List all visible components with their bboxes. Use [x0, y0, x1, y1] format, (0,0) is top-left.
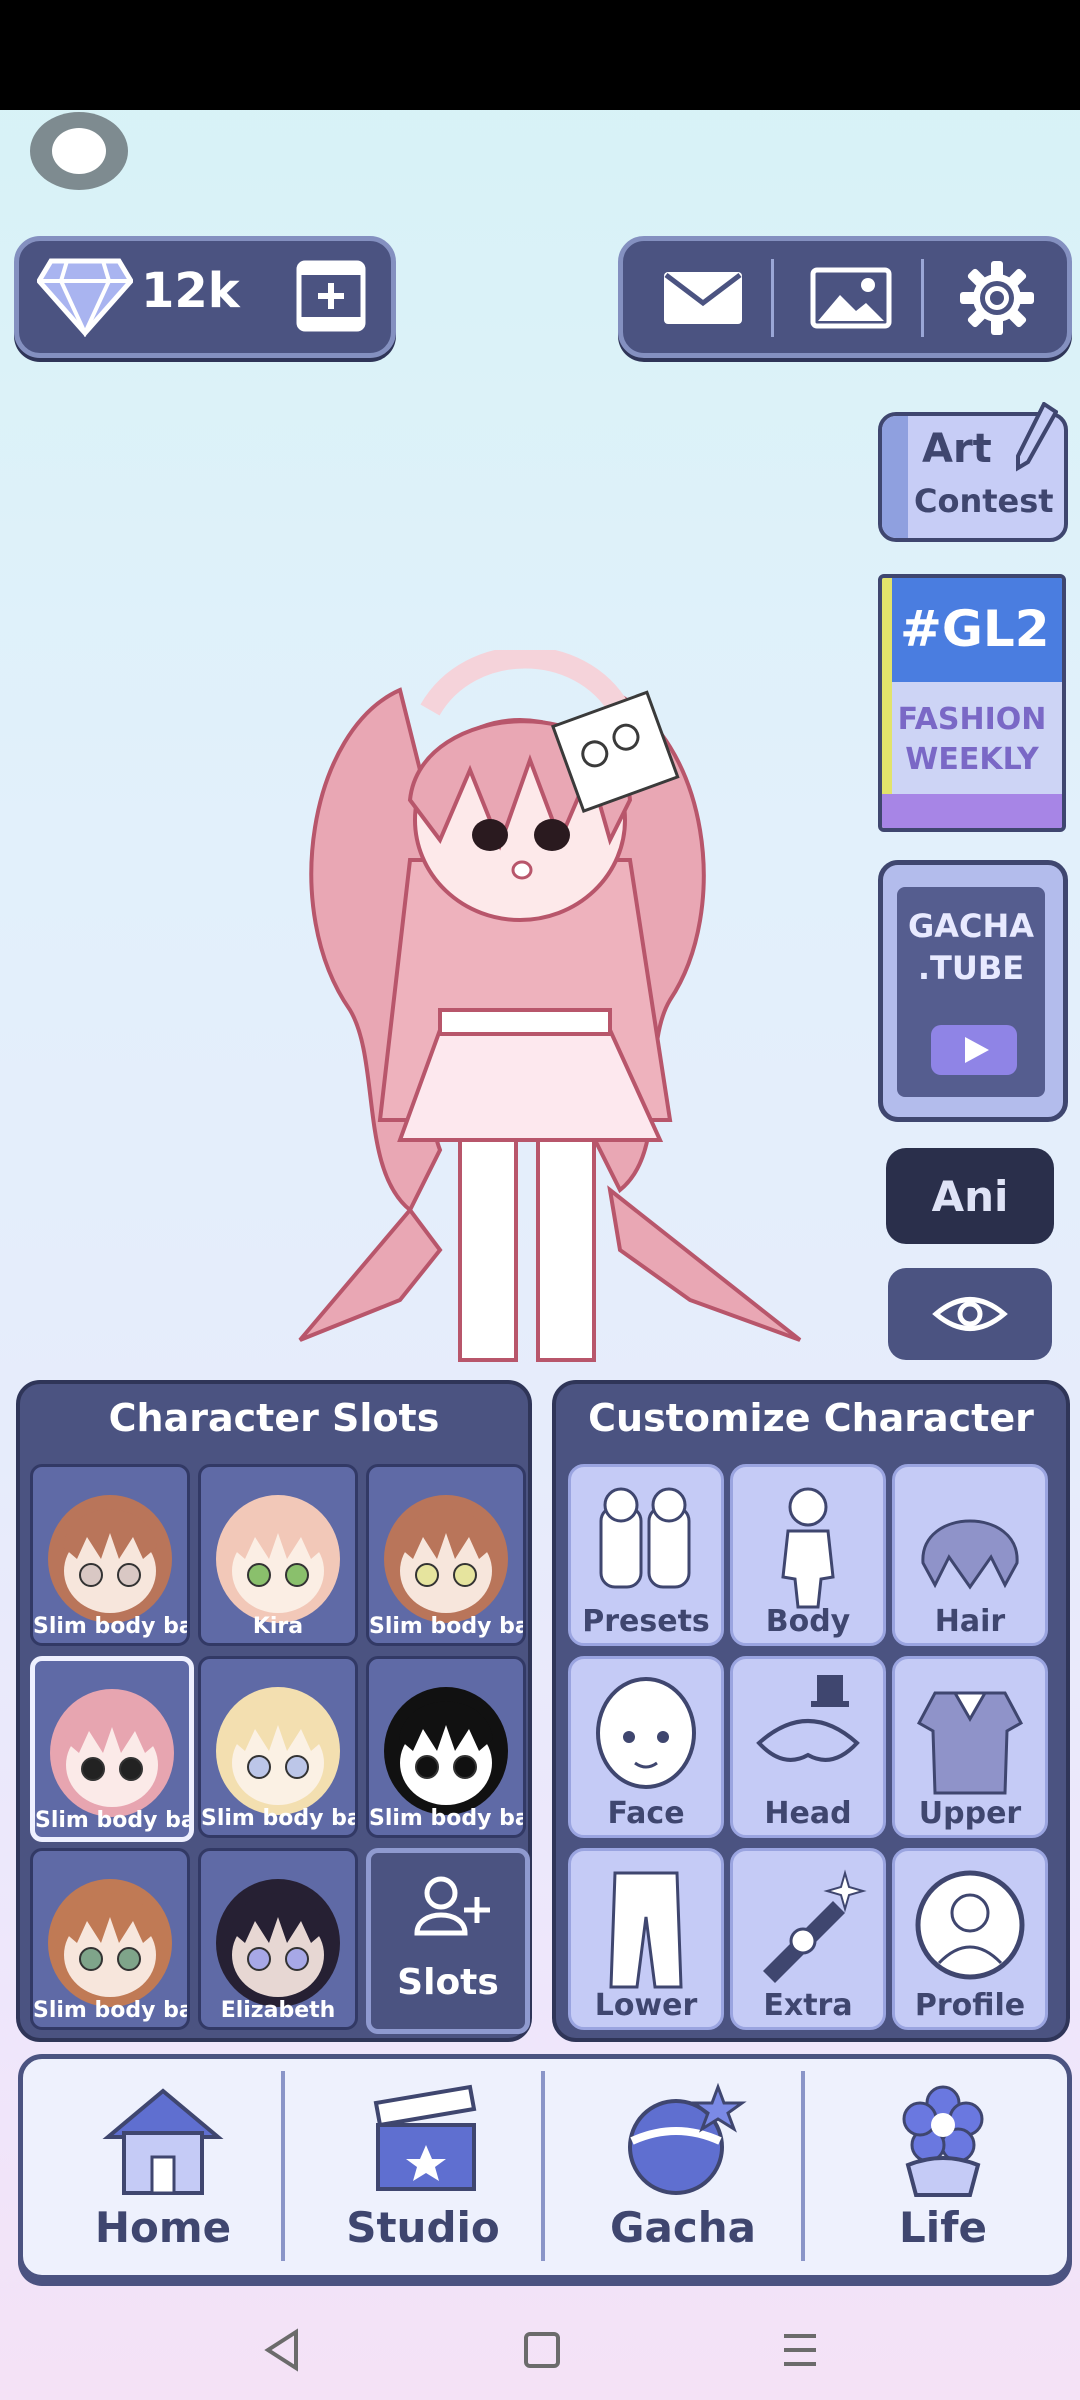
bottom-nav: Home Studio Gacha Life [18, 2054, 1072, 2280]
weekly-label: WEEKLY [905, 742, 1039, 777]
status-bar [0, 0, 1080, 110]
customize-title: Customize Character [588, 1396, 1034, 1440]
gallery-icon [810, 267, 892, 329]
character-slot[interactable]: Slim body bas [30, 1848, 190, 2030]
customize-label: Profile [914, 1988, 1026, 2023]
diamond-icon [37, 258, 133, 337]
customize-lower-button[interactable]: Lower [568, 1848, 724, 2030]
character-slot[interactable]: Slim body bas [30, 1656, 194, 1842]
fashion-weekly-button[interactable]: #GL2 FASHION WEEKLY [878, 574, 1066, 832]
art-contest-button[interactable]: Art Contest [878, 402, 1068, 542]
top-right-toolbar [618, 236, 1072, 358]
character-slot[interactable]: Slim body bas [198, 1656, 358, 1838]
nav-studio[interactable]: Studio [293, 2059, 553, 2275]
slot-name: Slim body bas [33, 1614, 187, 1639]
character-slots-title: Character Slots [108, 1396, 440, 1440]
slot-name: Elizabeth [220, 1998, 336, 2023]
watch-ad-add-icon[interactable] [295, 257, 367, 333]
character-slot[interactable]: Slim body bas [366, 1656, 526, 1838]
customize-label: Presets [582, 1604, 710, 1639]
customize-label: Hair [934, 1604, 1006, 1639]
nav-home-label: Home [94, 2203, 232, 2252]
gallery-button[interactable] [781, 249, 921, 347]
clapperboard-icon [373, 2084, 477, 2191]
customize-label: Lower [594, 1988, 698, 2023]
home-square-icon[interactable] [522, 2328, 562, 2372]
customize-face-button[interactable]: Face [568, 1656, 724, 1838]
back-icon[interactable] [262, 2328, 302, 2372]
system-nav-bar [0, 2300, 1080, 2400]
character-slot[interactable]: Slim body bas [30, 1464, 190, 1646]
gacha-capsule-icon [628, 2082, 747, 2195]
toggle-visibility-button[interactable] [888, 1268, 1052, 1360]
eye-icon [932, 1297, 1008, 1331]
customize-label: Face [607, 1796, 685, 1831]
gacha-tube-title: GACHA [907, 907, 1035, 945]
character-slot[interactable]: Slim body bas [366, 1464, 526, 1646]
nav-studio-label: Studio [346, 2203, 500, 2252]
slot-name: Kira [252, 1614, 304, 1639]
nav-gacha[interactable]: Gacha [553, 2059, 813, 2275]
settings-button[interactable] [927, 249, 1067, 347]
play-icon [931, 1025, 1017, 1075]
flower-icon [902, 2085, 984, 2197]
ani-button[interactable]: Ani [886, 1148, 1054, 1244]
customize-presets-button[interactable]: Presets [568, 1464, 724, 1646]
fashion-tag: #GL2 [900, 600, 1050, 658]
customize-head-button[interactable]: Head [730, 1656, 886, 1838]
menu-icon[interactable] [780, 2328, 820, 2372]
gear-icon [960, 261, 1034, 335]
mail-icon [664, 272, 742, 324]
add-slots-button[interactable]: Slots [366, 1848, 530, 2034]
add-slots-label: Slots [397, 1962, 499, 2003]
customize-label: Body [765, 1604, 851, 1639]
customize-label: Extra [763, 1988, 853, 2023]
customize-extra-button[interactable]: Extra [730, 1848, 886, 2030]
customize-body-button[interactable]: Body [730, 1464, 886, 1646]
customize-panel: Customize Character Presets Body Hair Face H… [552, 1380, 1070, 2042]
nav-gacha-label: Gacha [610, 2203, 756, 2252]
slot-name: Slim body bas [33, 1998, 187, 2023]
fashion-label: FASHION [897, 702, 1047, 737]
nav-life-label: Life [899, 2203, 987, 2252]
customize-upper-button[interactable]: Upper [892, 1656, 1048, 1838]
gacha-tube-button[interactable]: GACHA .TUBE [878, 860, 1068, 1122]
character-preview[interactable] [290, 650, 810, 1390]
screen-record-button[interactable] [30, 112, 128, 190]
pencil-icon [1016, 402, 1058, 472]
gacha-tube-subtitle: .TUBE [917, 949, 1025, 987]
slot-name: Slim body bas [201, 1806, 355, 1831]
art-contest-title: Art [922, 426, 992, 472]
customize-profile-button[interactable]: Profile [892, 1848, 1048, 2030]
house-icon [102, 2088, 224, 2195]
customize-label: Head [764, 1796, 852, 1831]
art-contest-subtitle: Contest [914, 482, 1054, 520]
slot-name: Slim body bas [369, 1614, 523, 1639]
customize-hair-button[interactable]: Hair [892, 1464, 1048, 1646]
nav-home[interactable]: Home [33, 2059, 293, 2275]
currency-bar: 12k [14, 236, 396, 358]
customize-label: Upper [918, 1796, 1022, 1831]
character-slots-panel: Character Slots Slim body bas Kira Slim bo… [16, 1380, 532, 2042]
slot-name: Slim body bas [369, 1806, 523, 1831]
character-slot[interactable]: Elizabeth [198, 1848, 358, 2030]
diamond-count: 12k [141, 263, 240, 319]
character-slot[interactable]: Kira [198, 1464, 358, 1646]
nav-life[interactable]: Life [813, 2059, 1073, 2275]
slot-name: Slim body bas [35, 1808, 189, 1833]
mail-button[interactable] [633, 249, 773, 347]
